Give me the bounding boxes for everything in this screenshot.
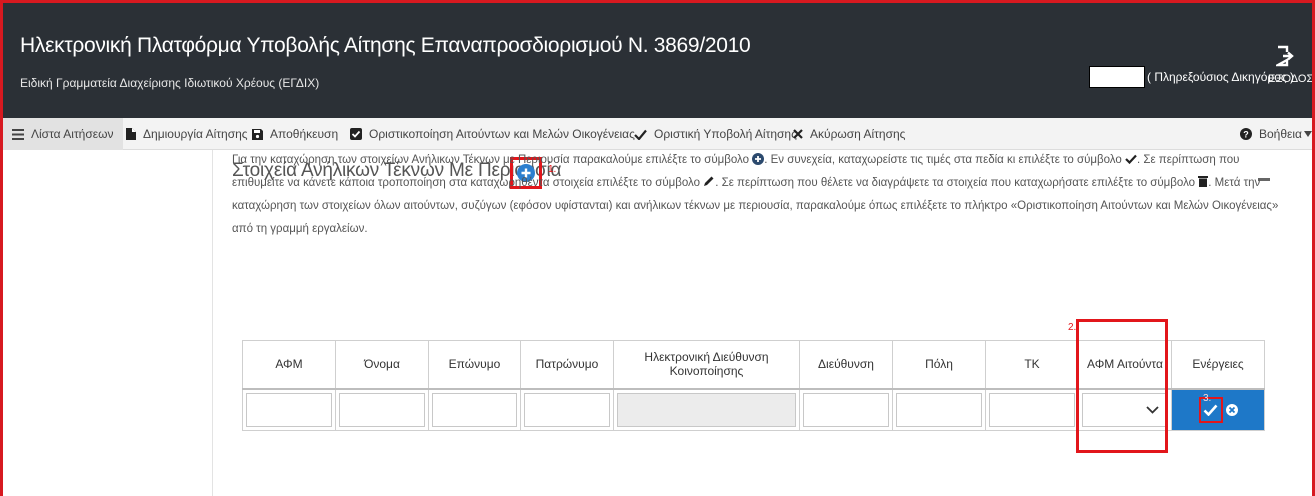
- toolbar-label: Αποθήκευση: [270, 127, 339, 141]
- column-header-last-name: Επώνυμο: [428, 340, 521, 390]
- instructions-part: . Εν συνεχεία, καταχωρείστε τις τιμές στ…: [764, 154, 1125, 166]
- toolbar-finalize-members[interactable]: Οριστικοποίηση Αιτούντων και Μελών Οικογ…: [350, 118, 635, 150]
- instructions-part: . Σε περίπτωση που θέλετε να διαγράψετε …: [715, 177, 1199, 189]
- cell: [520, 388, 614, 431]
- toolbar-create-application[interactable]: Δημιουργία Αίτησης: [126, 118, 248, 150]
- logout-label: ΕΞΟΔΟΣ: [1268, 73, 1314, 85]
- logout-button[interactable]: ΕΞΟΔΟΣ: [1268, 45, 1314, 85]
- first-name-input[interactable]: [339, 392, 425, 427]
- save-icon: [252, 128, 263, 140]
- close-icon: [793, 129, 803, 139]
- left-column: [10, 150, 213, 496]
- cell: [799, 388, 893, 431]
- cell: [428, 388, 521, 431]
- cell: [985, 388, 1079, 431]
- cancel-row-icon[interactable]: [1225, 403, 1238, 416]
- trash-icon: [1198, 176, 1209, 187]
- pencil-icon: [704, 176, 714, 186]
- column-header-address: Διεύθυνση: [799, 340, 893, 390]
- cell: [242, 388, 336, 431]
- file-icon: [126, 128, 136, 140]
- toolbar-label: Βοήθεια: [1259, 127, 1302, 141]
- column-header-first-name: Όνομα: [335, 340, 429, 390]
- toolbar-label: Ακύρωση Αίτησης: [810, 127, 906, 141]
- check-icon: [634, 129, 647, 140]
- cell: [613, 388, 800, 431]
- user-name-box: [1089, 66, 1145, 88]
- cell: [335, 388, 429, 431]
- step-marker-3: 3.: [1203, 393, 1212, 404]
- column-header-email-address: Ηλεκτρονική Διεύθυνση Κοινοποίησης: [613, 340, 800, 390]
- step-marker-2: 2.: [1068, 322, 1077, 333]
- toolbar-cancel-application[interactable]: Ακύρωση Αίτησης: [793, 118, 905, 150]
- column-header-postal-code: ΤΚ: [985, 340, 1079, 390]
- toolbar-help[interactable]: ? Βοήθεια: [1240, 118, 1312, 150]
- toolbar-label: Δημιουργία Αίτησης: [143, 127, 248, 141]
- logout-icon: [1276, 45, 1294, 67]
- svg-text:?: ?: [1243, 129, 1249, 139]
- address-input[interactable]: [803, 392, 889, 427]
- column-header-city: Πόλη: [892, 340, 986, 390]
- instructions-text: Για την καταχώρηση των στοιχείων Ανήλικω…: [232, 149, 1287, 241]
- list-icon: [12, 128, 24, 140]
- toolbar-save[interactable]: Αποθήκευση: [252, 118, 338, 150]
- checkbox-icon: [350, 128, 362, 140]
- postal-code-input[interactable]: [989, 392, 1075, 427]
- check-icon: [1203, 404, 1218, 416]
- app-subtitle: Ειδική Γραμματεία Διαχείρισης Ιδιωτικού …: [20, 76, 320, 90]
- app-title: Ηλεκτρονική Πλατφόρμα Υποβολής Αίτησης Ε…: [20, 34, 751, 57]
- column-header-actions: Ενέργειες: [1171, 340, 1265, 390]
- caret-down-icon: [1303, 131, 1312, 137]
- check-icon: [1125, 154, 1137, 165]
- toolbar-label: Οριστικοποίηση Αιτούντων και Μελών Οικογ…: [369, 127, 635, 141]
- toolbar: Λίστα Αιτήσεων Δημιουργία Αίτησης Αποθήκ…: [0, 118, 1315, 150]
- column-header-fathers-name: Πατρώνυμο: [520, 340, 614, 390]
- plus-circle-icon: [752, 153, 765, 165]
- toolbar-label: Οριστική Υποβολή Αίτησης: [654, 127, 797, 141]
- highlight-applicant-afm-column: [1076, 319, 1168, 453]
- instructions-part: Για την καταχώρηση των στοιχείων Ανήλικω…: [232, 154, 753, 166]
- column-header-afm: ΑΦΜ: [242, 340, 336, 390]
- app-header: Ηλεκτρονική Πλατφόρμα Υποβολής Αίτησης Ε…: [0, 0, 1315, 118]
- city-input[interactable]: [896, 392, 982, 427]
- toolbar-final-submit[interactable]: Οριστική Υποβολή Αίτησης: [634, 118, 797, 150]
- help-icon: ?: [1240, 128, 1252, 140]
- afm-input[interactable]: [246, 392, 332, 427]
- actions-cell: [1171, 388, 1265, 431]
- toolbar-applications-list[interactable]: Λίστα Αιτήσεων: [0, 118, 124, 150]
- toolbar-label: Λίστα Αιτήσεων: [31, 127, 114, 141]
- email-address-input: [617, 392, 796, 427]
- last-name-input[interactable]: [432, 392, 517, 427]
- cell: [892, 388, 986, 431]
- fathers-name-input[interactable]: [524, 392, 610, 427]
